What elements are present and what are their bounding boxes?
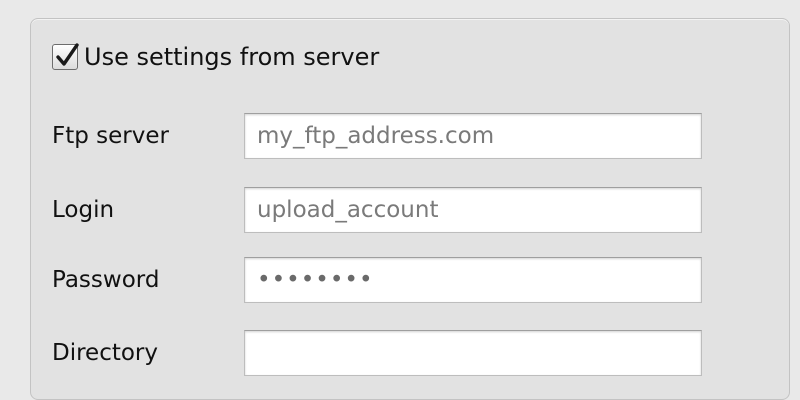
login-row: Login upload_account: [52, 187, 712, 233]
ftp-server-row: Ftp server my_ftp_address.com: [52, 113, 712, 159]
password-row: Password ••••••••: [52, 257, 712, 303]
login-label: Login: [52, 197, 115, 223]
ftp-server-label: Ftp server: [52, 123, 169, 149]
directory-row: Directory: [52, 330, 712, 376]
use-server-settings-checkbox[interactable]: [52, 43, 79, 70]
checkmark-icon: [56, 43, 79, 66]
use-server-settings-checkbox-row[interactable]: Use settings from server: [52, 43, 380, 71]
password-input[interactable]: ••••••••: [244, 257, 702, 303]
use-server-settings-label: Use settings from server: [84, 43, 380, 71]
ftp-server-input[interactable]: my_ftp_address.com: [244, 113, 702, 159]
directory-label: Directory: [52, 340, 159, 366]
password-label: Password: [52, 267, 160, 293]
login-input[interactable]: upload_account: [244, 187, 702, 233]
directory-input[interactable]: [244, 330, 702, 376]
